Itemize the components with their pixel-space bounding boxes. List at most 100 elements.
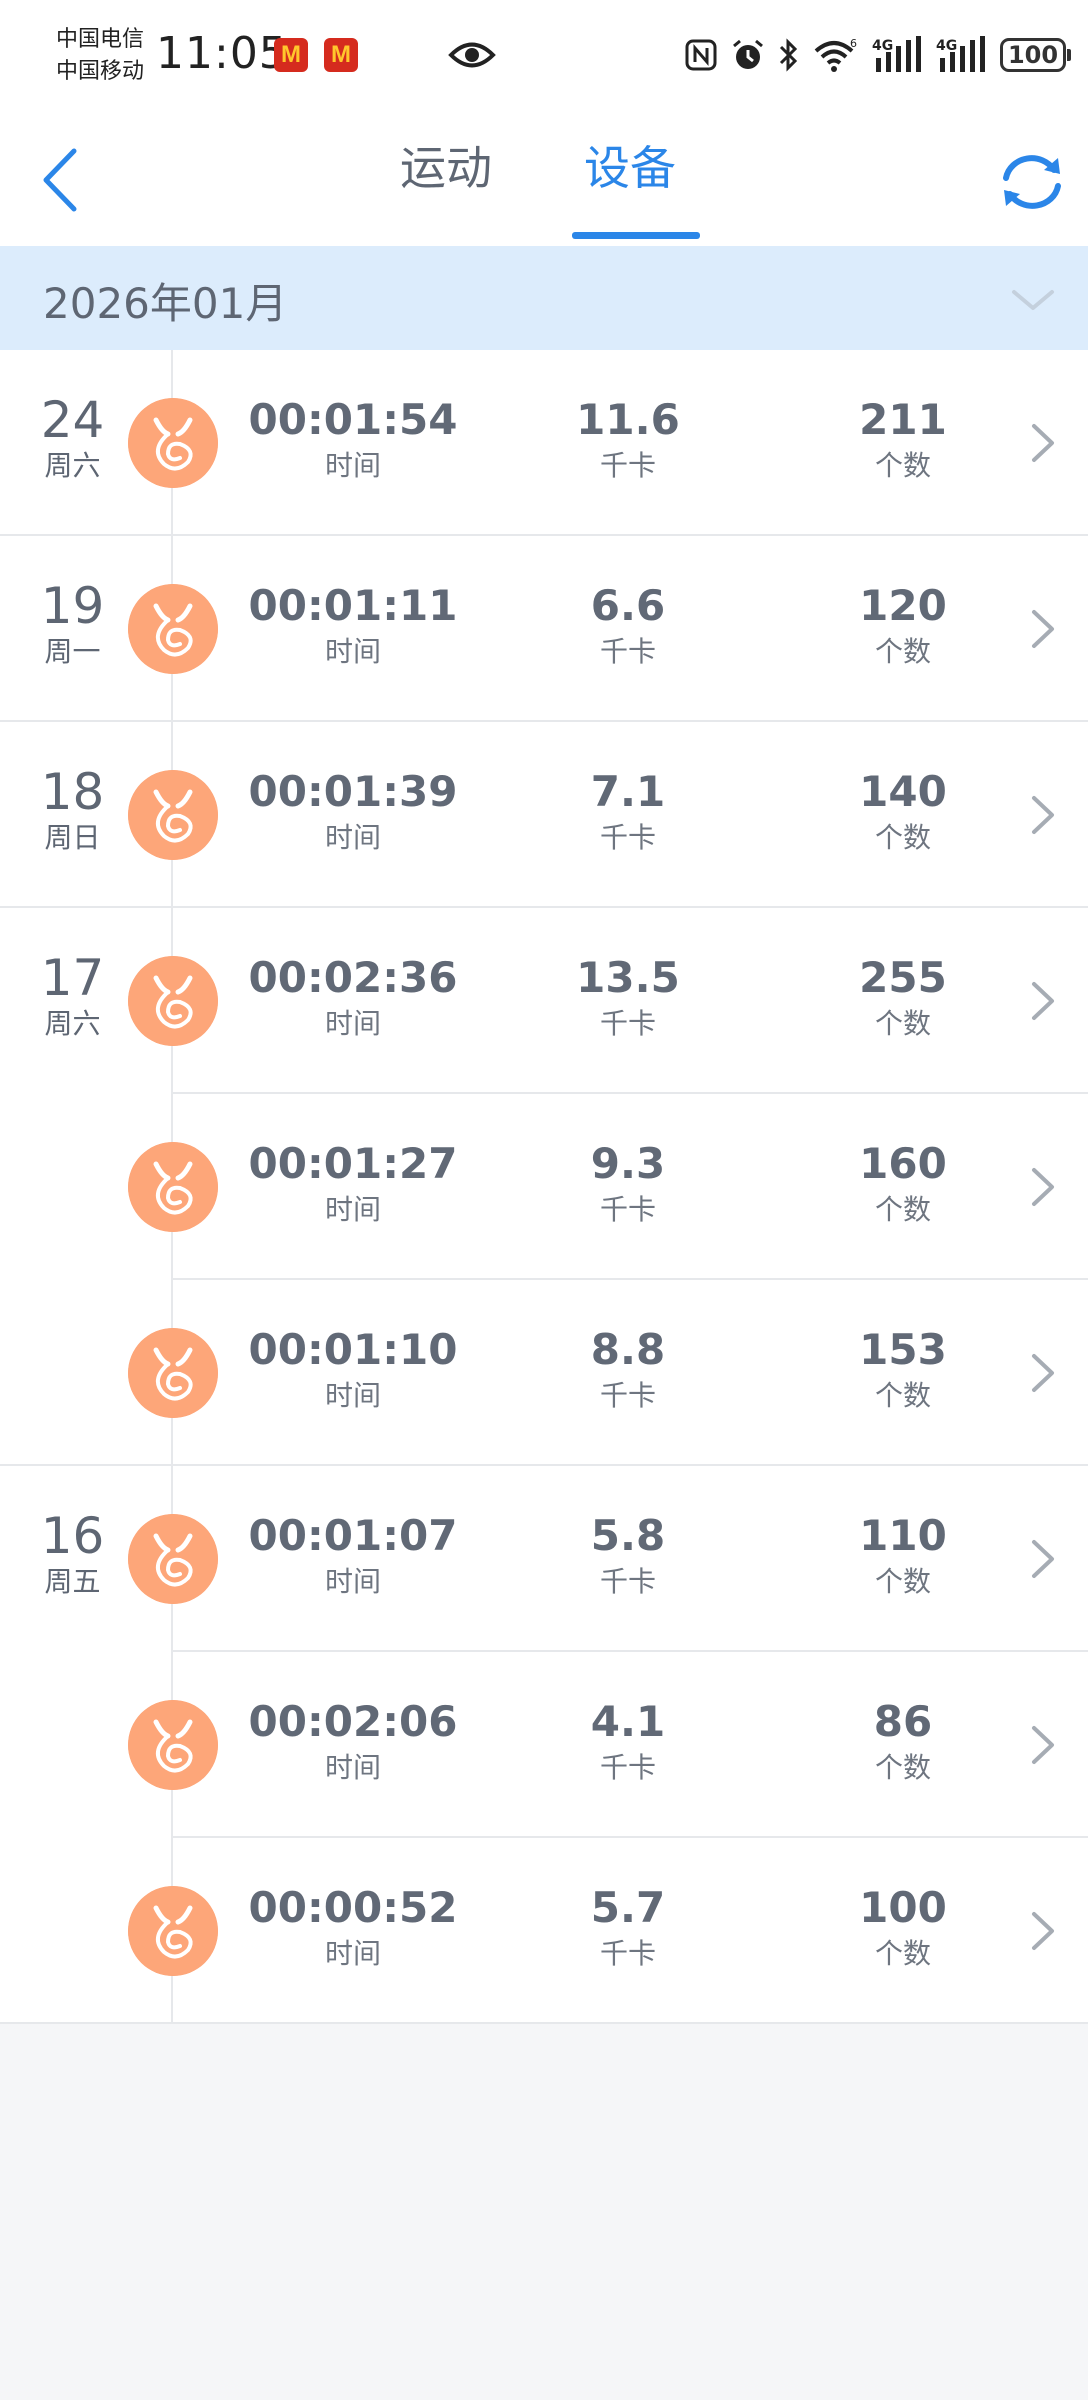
chevron-right-icon[interactable] [1024,1898,1064,1964]
record-row[interactable]: 19 周一 00:01:11 时间 6.6 千卡 120 个数 [0,536,1088,722]
calories-stat: 4.1 千卡 [508,1696,748,1788]
status-bar: 中国电信 中国移动 11:05 M M 6 4G 4G 100 [0,0,1088,110]
calories-label: 千卡 [599,449,656,482]
battery-indicator: 100 [1000,38,1071,72]
duration-value: 00:01:11 [248,581,458,630]
svg-text:4G: 4G [872,38,893,54]
record-row[interactable]: 24 周六 00:01:54 时间 11.6 千卡 211 个数 [0,350,1088,536]
calories-label: 千卡 [599,635,656,668]
count-value: 211 [859,395,947,444]
chevron-right-icon[interactable] [1024,968,1064,1034]
count-label: 个数 [874,1565,931,1598]
calories-label: 千卡 [599,1937,656,1970]
status-clock: 11:05 [156,28,288,79]
duration-stat: 00:01:54 时间 [233,394,473,486]
count-value: 153 [859,1325,947,1374]
duration-value: 00:01:07 [248,1511,458,1560]
count-stat: 110 个数 [783,1510,1023,1602]
weekday: 周日 [44,821,101,854]
count-value: 160 [859,1139,947,1188]
duration-stat: 00:00:52 时间 [233,1882,473,1974]
active-tab-indicator [572,232,700,239]
count-label: 个数 [874,449,931,482]
calories-stat: 5.7 千卡 [508,1882,748,1974]
mcdonalds-icon: M [274,38,308,72]
chevron-right-icon[interactable] [1024,1526,1064,1592]
record-row[interactable]: 16 周五 00:01:07 时间 5.8 千卡 110 个数 [0,1466,1088,1652]
duration-label: 时间 [324,1565,381,1598]
duration-value: 00:02:06 [248,1697,458,1746]
record-row[interactable]: 00:01:10 时间 8.8 千卡 153 个数 [0,1280,1088,1466]
chevron-down-icon[interactable] [1008,274,1058,324]
bluetooth-icon [779,38,798,72]
duration-label: 时间 [324,635,381,668]
chevron-left-icon [43,148,77,212]
chevron-right-icon[interactable] [1024,410,1064,476]
carrier-2: 中国移动 [56,59,145,84]
count-stat: 120 个数 [783,580,1023,672]
record-row[interactable]: 18 周日 00:01:39 时间 7.1 千卡 140 个数 [0,722,1088,908]
record-row[interactable]: 17 周六 00:02:36 时间 13.5 千卡 255 个数 [0,908,1088,1094]
chevron-right-icon[interactable] [1024,596,1064,662]
day-number: 16 [40,1507,105,1565]
record-row[interactable]: 00:01:27 时间 9.3 千卡 160 个数 [0,1094,1088,1280]
record-row[interactable]: 00:00:52 时间 5.7 千卡 100 个数 [0,1838,1088,2024]
duration-label: 时间 [324,1379,381,1412]
calories-label: 千卡 [599,1193,656,1226]
alarm-icon [733,39,763,69]
count-value: 140 [859,767,947,816]
chevron-right-icon[interactable] [1024,1154,1064,1220]
weekday: 周一 [44,635,101,668]
tab-sport[interactable]: 运动 [400,138,492,218]
weekday: 周六 [44,449,101,482]
calories-stat: 11.6 千卡 [508,394,748,486]
duration-label: 时间 [324,821,381,854]
record-date: 17 周六 [0,950,145,1042]
svg-text:6: 6 [850,37,857,50]
carrier-info: 中国电信 中国移动 [56,24,144,88]
record-list: 24 周六 00:01:54 时间 11.6 千卡 211 个数 19 周一 0… [0,350,1088,2024]
count-value: 86 [873,1697,933,1746]
record-row[interactable]: 00:02:06 时间 4.1 千卡 86 个数 [0,1652,1088,1838]
nfc-icon [685,39,717,71]
chevron-right-icon[interactable] [1024,782,1064,848]
day-number: 17 [40,949,105,1007]
count-label: 个数 [874,821,931,854]
carrier-1: 中国电信 [56,27,145,52]
refresh-button[interactable] [994,144,1070,220]
calories-value: 5.8 [590,1511,666,1560]
count-stat: 153 个数 [783,1324,1023,1416]
count-label: 个数 [874,1007,931,1040]
jump-rope-icon [128,1700,218,1790]
back-button[interactable] [30,140,90,220]
weekday: 周六 [44,1007,101,1040]
calories-value: 11.6 [576,395,680,444]
calories-stat: 13.5 千卡 [508,952,748,1044]
jump-rope-icon [128,1142,218,1232]
refresh-icon [1003,155,1061,209]
month-selector[interactable]: 2026年01月 [0,246,1088,350]
record-date: 16 周五 [0,1508,145,1600]
count-stat: 100 个数 [783,1882,1023,1974]
calories-stat: 9.3 千卡 [508,1138,748,1230]
count-stat: 255 个数 [783,952,1023,1044]
duration-stat: 00:01:39 时间 [233,766,473,858]
chevron-right-icon[interactable] [1024,1340,1064,1406]
calories-stat: 6.6 千卡 [508,580,748,672]
chevron-right-icon[interactable] [1024,1712,1064,1778]
jump-rope-icon [128,770,218,860]
count-label: 个数 [874,1751,931,1784]
jump-rope-icon [128,398,218,488]
status-icons: 6 4G 4G 100 [684,30,1071,80]
jump-rope-icon [128,1328,218,1418]
count-value: 255 [859,953,947,1002]
top-nav: 运动 设备 [0,110,1088,246]
tab-device[interactable]: 设备 [584,138,676,218]
calories-label: 千卡 [599,1007,656,1040]
calories-value: 5.7 [590,1883,666,1932]
mcdonalds-icon: M [324,38,358,72]
record-date: 19 周一 [0,578,145,670]
count-label: 个数 [874,1937,931,1970]
calories-label: 千卡 [599,1565,656,1598]
record-date: 24 周六 [0,392,145,484]
